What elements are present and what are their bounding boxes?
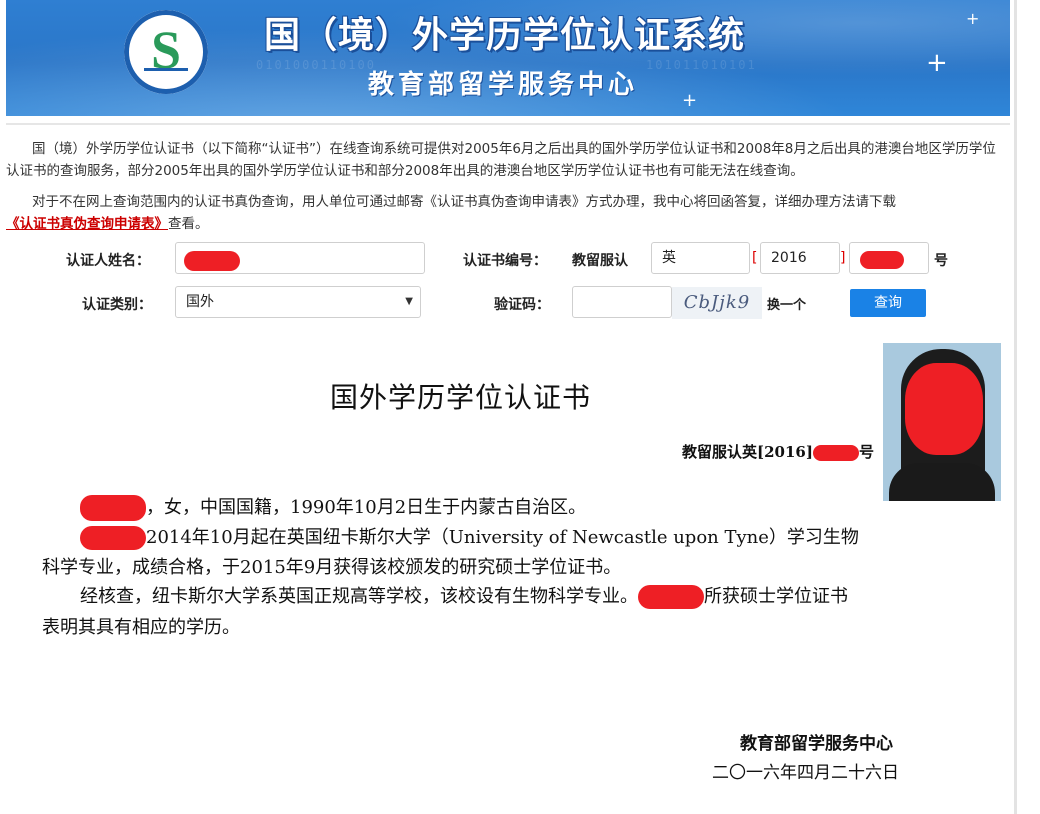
cert-number-prefix: 教留服认 — [572, 253, 628, 269]
name-input[interactable] — [175, 242, 425, 274]
cert-country-input[interactable]: 英 — [651, 242, 750, 274]
header-divider — [6, 123, 1010, 125]
certificate-number: 教留服认英[2016] 号 — [682, 441, 874, 462]
query-button[interactable]: 查询 — [850, 289, 926, 317]
intro-paragraph-1: 国（境）外学历学位认证书（以下简称“认证书”）在线查询系统可提供对2005年6月… — [6, 138, 1000, 182]
captcha-input[interactable] — [572, 286, 672, 318]
captcha-image[interactable]: CbJjk9 — [672, 287, 762, 319]
organization-subtitle: 教育部留学服务中心 — [368, 70, 639, 100]
cert-number-label: 认证书编号： — [463, 253, 547, 269]
logo-book-mark — [144, 68, 188, 79]
captcha-label: 验证码： — [494, 297, 550, 313]
type-label: 认证类别： — [82, 297, 152, 313]
download-application-form-link[interactable]: 《认证书真伪查询申请表》 — [6, 216, 168, 232]
bracket-close: ] — [840, 250, 846, 266]
intro-tail-text: 查看。 — [168, 216, 209, 232]
intro-text: 国（境）外学历学位认证书（以下简称“认证书”）在线查询系统可提供对2005年6月… — [6, 141, 996, 179]
chevron-down-icon: ▼ — [405, 296, 413, 307]
cert-serial-input[interactable] — [849, 242, 929, 274]
certificate-line-3: 科学专业，成绩合格，于2015年9月获得该校颁发的研究硕士学位证书。 — [42, 557, 622, 578]
redacted-serial — [860, 251, 904, 269]
certificate-number-suffix: 号 — [858, 443, 874, 461]
banner-decoration: 101011010101 — [646, 58, 757, 72]
site-logo: S — [124, 10, 208, 94]
banner-decoration: 0101000110100 — [256, 58, 376, 72]
certificate-text: 经核查，纽卡斯尔大学系英国正规高等学校，该校设有生物科学专业。 — [80, 586, 638, 607]
cert-year-input[interactable]: 2016 — [760, 242, 840, 274]
certificate-text: 2014年10月起在英国纽卡斯尔大学（University of Newcast… — [146, 527, 859, 548]
certificate-line-5: 表明其具有相应的学历。 — [42, 617, 240, 638]
certificate-line-2: 2014年10月起在英国纽卡斯尔大学（University of Newcast… — [80, 523, 859, 553]
redacted-name — [638, 585, 704, 609]
certificate-line-1: ，女，中国国籍，1990年10月2日生于内蒙古自治区。 — [80, 493, 586, 523]
certificate-text: 所获硕士学位证书 — [704, 586, 848, 607]
redacted-name — [80, 526, 146, 550]
certificate-number-prefix: 教留服认英[2016] — [682, 443, 813, 461]
name-label: 认证人姓名： — [66, 253, 150, 269]
applicant-photo — [883, 343, 1001, 501]
sparkle-icon: + — [926, 48, 948, 78]
intro-text: 对于不在网上查询范围内的认证书真伪查询，用人单位可通过邮寄《认证书真伪查询申请表… — [32, 194, 896, 210]
type-select[interactable]: 国外 ▼ — [175, 286, 421, 318]
certificate-text: ，女，中国国籍，1990年10月2日生于内蒙古自治区。 — [146, 497, 587, 518]
intro-paragraph-2: 对于不在网上查询范围内的认证书真伪查询，用人单位可通过邮寄《认证书真伪查询申请表… — [6, 191, 1000, 235]
redacted-number — [812, 445, 859, 461]
captcha-text: CbJjk9 — [683, 292, 751, 313]
sparkle-icon: + — [966, 9, 980, 28]
type-select-value: 国外 — [186, 294, 214, 310]
redacted-face — [905, 363, 983, 455]
refresh-captcha-link[interactable]: 换一个 — [767, 294, 806, 313]
issue-date: 二〇一六年四月二十六日 — [712, 763, 899, 783]
issuer-name: 教育部留学服务中心 — [740, 734, 893, 754]
photo-shirt — [889, 463, 995, 501]
certificate-line-4: 经核查，纽卡斯尔大学系英国正规高等学校，该校设有生物科学专业。 所获硕士学位证书 — [80, 582, 848, 612]
page-right-border — [1014, 0, 1017, 814]
bracket-open: [ — [752, 250, 758, 266]
system-title: 国（境）外学历学位认证系统 — [264, 15, 746, 56]
hao-label: 号 — [934, 253, 948, 269]
certificate-title: 国外学历学位认证书 — [330, 381, 592, 414]
header-banner: 0101000110100 101011010101 S 国（境）外学历学位认证… — [6, 0, 1010, 116]
sparkle-icon: + — [682, 90, 698, 111]
redacted-name — [184, 251, 240, 271]
redacted-name — [80, 495, 146, 521]
